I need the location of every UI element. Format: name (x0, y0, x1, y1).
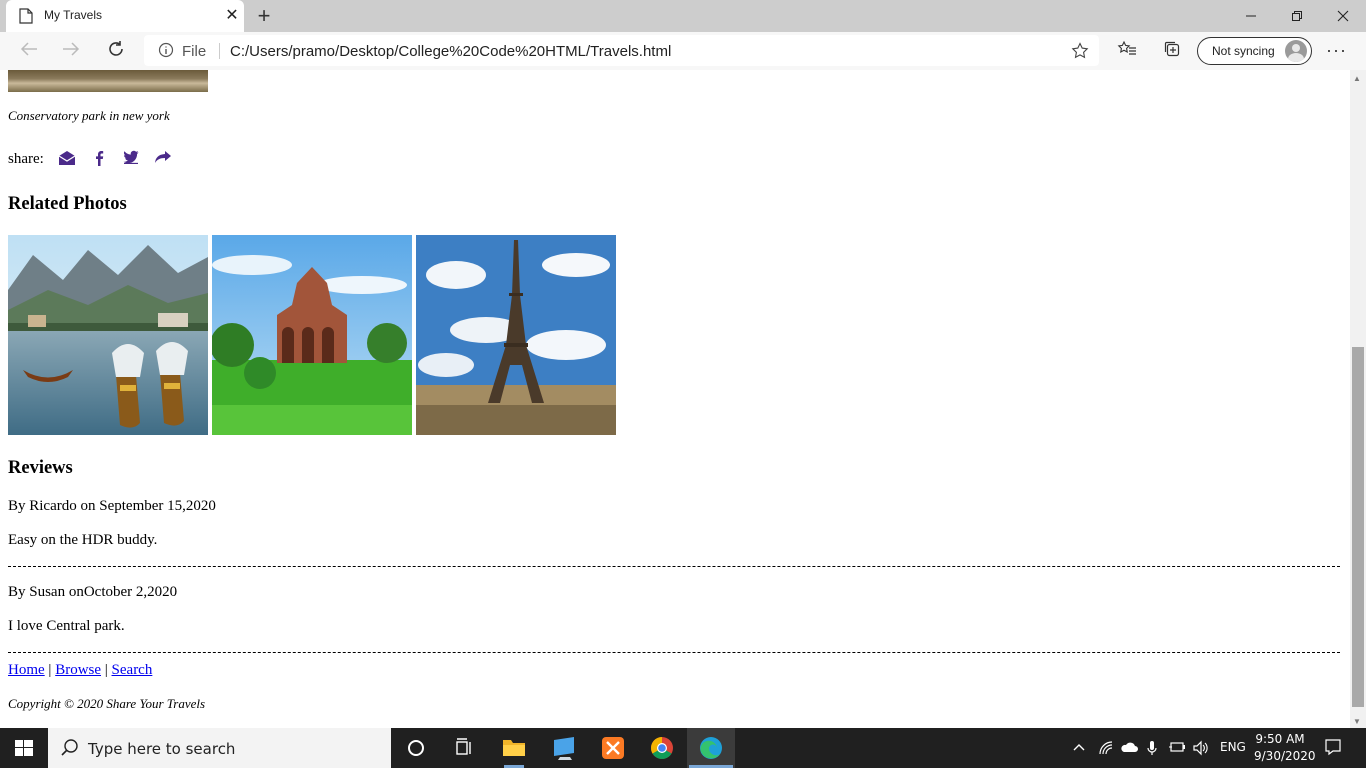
more-options-icon[interactable]: ··· (1326, 40, 1347, 61)
footer-separator: | (48, 662, 52, 678)
network-icon[interactable] (1098, 740, 1114, 759)
page-viewport: Conservatory park in new york share: Rel… (0, 70, 1350, 728)
footer-link-browse[interactable]: Browse (55, 662, 101, 678)
onedrive-icon[interactable] (1120, 740, 1138, 757)
review-text: Easy on the HDR buddy. (8, 532, 158, 548)
search-placeholder: Type here to search (88, 740, 236, 758)
microphone-icon[interactable] (1146, 740, 1158, 759)
scrollbar-thumb[interactable] (1352, 347, 1364, 707)
url-text[interactable]: C:/Users/pramo/Desktop/College%20Code%20… (230, 43, 671, 60)
close-window-button[interactable] (1320, 0, 1366, 32)
folder-icon (503, 740, 525, 768)
arrow-right-icon (63, 42, 80, 56)
reviews-heading: Reviews (8, 458, 73, 478)
review-text: I love Central park. (8, 618, 125, 634)
clock-date: 9/30/2020 (1254, 749, 1316, 763)
browser-toolbar: File C:/Users/pramo/Desktop/College%20Co… (0, 32, 1366, 70)
facebook-icon[interactable] (90, 150, 108, 168)
review-divider (8, 566, 1340, 567)
new-tab-button[interactable]: + (252, 4, 276, 28)
notifications-icon[interactable] (1324, 738, 1342, 759)
browser-tab[interactable]: My Travels ✕ (6, 0, 244, 32)
address-bar[interactable]: File C:/Users/pramo/Desktop/College%20Co… (144, 35, 1099, 66)
chrome-icon (651, 737, 673, 759)
related-photo-eiffel[interactable] (416, 235, 616, 435)
related-photo-lake[interactable] (8, 235, 208, 435)
email-icon[interactable] (58, 150, 76, 168)
info-icon[interactable] (158, 42, 174, 63)
clock-time: 9:50 AM (1255, 732, 1305, 746)
collections-icon[interactable] (1160, 40, 1184, 62)
twitter-icon[interactable] (122, 150, 140, 168)
desktop-app-button[interactable] (540, 728, 588, 768)
chrome-button[interactable] (638, 728, 686, 768)
task-view-icon (456, 738, 471, 755)
volume-icon[interactable] (1192, 740, 1210, 759)
copyright-text: Copyright © 2020 Share Your Travels (8, 696, 206, 711)
vertical-scrollbar[interactable]: ▲ ▼ (1350, 70, 1366, 728)
start-button[interactable] (0, 728, 48, 768)
footer-link-home[interactable]: Home (8, 662, 45, 678)
xampp-button[interactable] (589, 728, 637, 768)
arrow-left-icon (20, 42, 37, 56)
language-indicator[interactable]: ENG (1220, 740, 1246, 754)
review-byline: By Ricardo on September 15,2020 (8, 498, 216, 514)
file-explorer-button[interactable] (490, 728, 538, 768)
refresh-button[interactable] (103, 40, 129, 62)
tab-bar: My Travels ✕ + (0, 0, 1366, 32)
related-photo-temple[interactable] (212, 235, 412, 435)
add-favorite-icon[interactable] (1071, 39, 1089, 65)
share-label: share: (8, 150, 44, 167)
tab-title: My Travels (44, 8, 103, 22)
avatar (1285, 40, 1307, 62)
restore-button[interactable] (1274, 0, 1320, 32)
forward-button[interactable] (58, 40, 84, 62)
taskbar-search[interactable]: Type here to search (48, 728, 391, 768)
edge-icon (689, 737, 733, 768)
related-photos-heading: Related Photos (8, 194, 127, 214)
monitor-icon (554, 737, 574, 760)
footer-separator: | (104, 662, 108, 678)
document-icon (19, 8, 33, 29)
scroll-up-arrow-icon[interactable]: ▲ (1353, 74, 1361, 83)
battery-icon[interactable] (1168, 740, 1186, 757)
xampp-icon (602, 737, 624, 759)
minimize-button[interactable] (1228, 0, 1274, 32)
show-hidden-icons-icon[interactable] (1072, 740, 1086, 757)
close-tab-icon[interactable]: ✕ (222, 6, 242, 26)
scroll-down-arrow-icon[interactable]: ▼ (1353, 717, 1361, 726)
back-button[interactable] (16, 40, 42, 62)
cortana-button[interactable] (392, 728, 440, 768)
address-divider (219, 43, 220, 59)
taskbar: Type here to search ENG 9:50 AM 9/30/202… (0, 728, 1366, 768)
profile-sync-button[interactable]: Not syncing (1197, 37, 1312, 65)
share-forward-icon[interactable] (154, 150, 172, 168)
footer-link-search[interactable]: Search (112, 662, 153, 678)
protocol-label: File (182, 43, 207, 60)
review-divider (8, 652, 1340, 653)
search-icon (61, 739, 78, 756)
sync-status-label: Not syncing (1212, 44, 1275, 58)
photo-caption: Conservatory park in new york (8, 108, 170, 123)
footer-nav: Home | Browse | Search (8, 662, 152, 679)
windows-logo-icon (15, 740, 33, 756)
favorites-icon[interactable] (1115, 40, 1139, 62)
taskbar-clock[interactable]: 9:50 AM 9/30/2020 (1254, 731, 1316, 765)
cortana-circle-icon (408, 740, 424, 756)
refresh-icon (109, 41, 123, 56)
task-view-button[interactable] (440, 728, 488, 768)
edge-button[interactable] (687, 728, 735, 768)
review-byline: By Susan onOctober 2,2020 (8, 584, 178, 600)
share-row: share: (8, 150, 172, 168)
main-photo (8, 70, 208, 92)
